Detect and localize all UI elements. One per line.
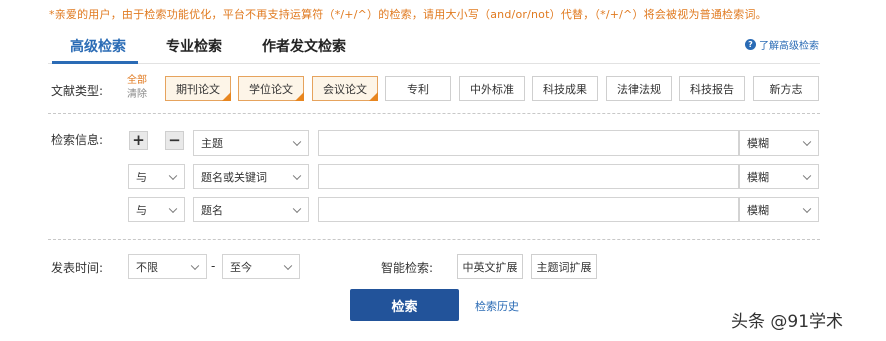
logic-select-value: 与 (136, 170, 147, 184)
field-select-value: 题名 (201, 203, 223, 217)
chevron-down-icon (802, 171, 812, 180)
doc-type-label-text: 法律法规 (617, 82, 661, 96)
chevron-down-icon (190, 261, 200, 270)
field-select-value: 主题 (201, 137, 223, 150)
doc-type-label-text: 科技报告 (690, 82, 734, 96)
chevron-down-icon (802, 204, 812, 213)
chevron-down-icon (292, 137, 302, 147)
match-select-value: 模糊 (747, 203, 769, 217)
section-divider (48, 239, 820, 240)
doc-type-report[interactable]: 科技报告 (679, 76, 745, 101)
clear-link[interactable]: 清除 (127, 88, 147, 102)
watermark: 头条 @91学术 (731, 312, 844, 332)
notice-text: *亲爱的用户，由于检索功能优化，平台不再支持运算符（*/+/^）的检索，请用大小… (49, 8, 767, 21)
match-select[interactable]: 模糊 (739, 130, 819, 156)
cn-en-expand-button[interactable]: 中英文扩展 (457, 254, 523, 279)
match-select[interactable]: 模糊 (739, 197, 819, 222)
time-to-select[interactable]: 至今 (222, 254, 300, 279)
doc-type-local-chronicle[interactable]: 新方志 (753, 76, 819, 101)
tabs-divider (48, 63, 820, 64)
doc-type-thesis[interactable]: 学位论文 (238, 76, 304, 101)
select-all-link[interactable]: 全部 (127, 74, 147, 88)
logic-select[interactable]: 与 (128, 197, 185, 222)
add-row-button[interactable]: + (129, 131, 148, 150)
remove-row-button[interactable]: − (165, 131, 184, 150)
search-term-input[interactable] (318, 164, 739, 189)
logic-select[interactable]: 与 (128, 164, 185, 189)
doc-type-label-text: 新方志 (769, 82, 803, 96)
time-from-select[interactable]: 不限 (128, 254, 207, 279)
selected-corner-icon (295, 92, 304, 101)
selected-corner-icon (369, 92, 378, 101)
help-link[interactable]: ? 了解高级检索 (745, 37, 819, 52)
search-info-label: 检索信息: (51, 133, 104, 147)
doc-type-journal[interactable]: 期刊论文 (165, 76, 231, 101)
help-circle-icon: ? (745, 39, 756, 50)
doc-type-achievement[interactable]: 科技成果 (532, 76, 598, 101)
search-button[interactable]: 检索 (350, 289, 459, 321)
section-divider (48, 113, 820, 114)
selected-corner-icon (222, 92, 231, 101)
doc-type-label-text: 会议论文 (323, 82, 367, 96)
subject-expand-button[interactable]: 主题词扩展 (531, 254, 597, 279)
chevron-down-icon (168, 204, 178, 213)
active-tab-indicator (52, 61, 138, 64)
all-clear-group: 全部 清除 (127, 74, 147, 102)
publish-time-label: 发表时间: (51, 261, 104, 275)
search-history-link[interactable]: 检索历史 (475, 298, 519, 314)
field-select[interactable]: 题名或关键词 (193, 164, 309, 189)
chevron-down-icon (292, 204, 302, 213)
field-select-value: 题名或关键词 (201, 170, 267, 184)
doc-type-law[interactable]: 法律法规 (606, 76, 672, 101)
time-to-value: 至今 (230, 260, 252, 274)
match-select[interactable]: 模糊 (739, 164, 819, 189)
smart-search-label: 智能检索: (381, 261, 434, 275)
match-select-value: 模糊 (747, 170, 769, 184)
tab-professional-search[interactable]: 专业检索 (166, 36, 222, 56)
chevron-down-icon (292, 171, 302, 180)
field-select[interactable]: 题名 (193, 197, 309, 222)
doc-type-label-text: 中外标准 (470, 82, 514, 96)
chevron-down-icon (802, 137, 812, 147)
doc-type-standard[interactable]: 中外标准 (459, 76, 525, 101)
tab-author-search[interactable]: 作者发文检索 (262, 36, 346, 56)
time-from-value: 不限 (136, 260, 158, 274)
chevron-down-icon (283, 261, 293, 270)
doc-type-patent[interactable]: 专利 (385, 76, 451, 101)
field-select[interactable]: 主题 (193, 130, 309, 156)
search-term-input[interactable] (318, 130, 739, 156)
doc-type-label-text: 期刊论文 (176, 82, 220, 96)
doc-type-label-text: 学位论文 (249, 82, 293, 96)
logic-select-value: 与 (136, 203, 147, 217)
match-select-value: 模糊 (747, 137, 769, 150)
doc-type-label-text: 科技成果 (543, 82, 587, 96)
chevron-down-icon (168, 171, 178, 180)
help-link-label: 了解高级检索 (759, 41, 819, 52)
tab-advanced-search[interactable]: 高级检索 (70, 36, 126, 56)
doc-type-conference[interactable]: 会议论文 (312, 76, 378, 101)
doc-type-label: 文献类型: (51, 84, 104, 98)
time-separator: - (211, 259, 216, 273)
search-term-input[interactable] (318, 197, 739, 222)
doc-type-label-text: 专利 (407, 82, 429, 96)
